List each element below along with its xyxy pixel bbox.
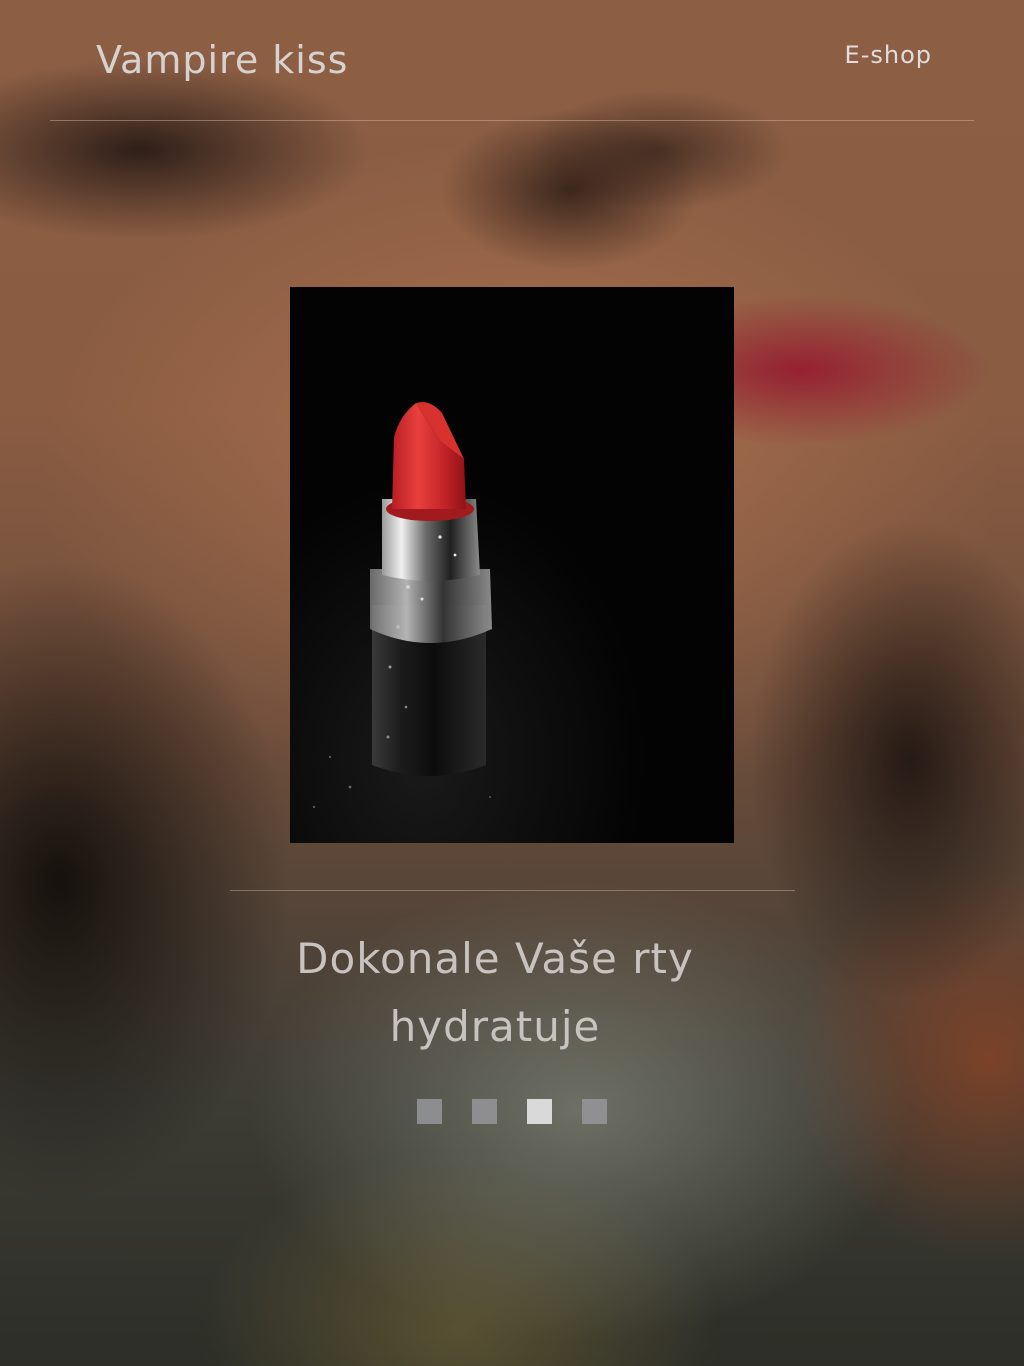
caption-line-2: hydratuje	[389, 1002, 601, 1051]
slide-dot-1[interactable]	[417, 1099, 442, 1124]
slider-pagination	[417, 1099, 607, 1124]
slide-dot-3[interactable]	[527, 1099, 552, 1124]
slide-dot-4[interactable]	[582, 1099, 607, 1124]
lipstick-illustration	[290, 287, 734, 843]
eshop-link[interactable]: E-shop	[845, 41, 932, 69]
slide-dot-2[interactable]	[472, 1099, 497, 1124]
lipstick-photo	[290, 287, 734, 843]
brand-logo[interactable]: Vampire kiss	[96, 38, 348, 82]
caption-divider	[230, 890, 795, 891]
caption-line-1: Dokonale Vaše rty	[296, 934, 694, 983]
slide-caption: Dokonale Vaše rty hydratuje	[230, 925, 760, 1061]
site-header: Vampire kiss E-shop	[50, 0, 974, 121]
